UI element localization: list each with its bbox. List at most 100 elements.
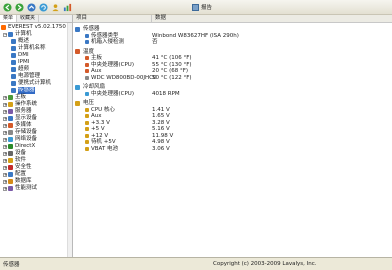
tree-item[interactable]: 电源管理	[1, 73, 72, 80]
chart-icon[interactable]	[63, 3, 72, 12]
expand-icon[interactable]: +	[3, 165, 7, 170]
tree-item[interactable]: + 配置	[1, 171, 72, 178]
tree-item[interactable]: 计算机名称	[1, 45, 72, 52]
tree-item-icon	[11, 60, 16, 65]
tree-item-icon	[8, 95, 13, 100]
tree-item-label: 多媒体	[15, 122, 32, 128]
tree-item[interactable]: + 安全性	[1, 164, 72, 171]
tree-item-icon	[8, 102, 13, 107]
back-icon[interactable]	[3, 2, 12, 12]
tree-item-icon	[11, 67, 16, 72]
row-icon	[85, 114, 89, 119]
tree-item[interactable]: DMI	[1, 52, 72, 59]
expand-icon[interactable]: +	[3, 109, 7, 114]
tree-item-label: DMI	[18, 52, 29, 58]
tree-item[interactable]: + DirectX	[1, 143, 72, 150]
tree-item-label: 设备	[15, 150, 27, 156]
tree-item-label: 传感器	[18, 87, 35, 94]
tree-item[interactable]: + 主板	[1, 94, 72, 101]
tree-item[interactable]: IPMI	[1, 59, 72, 66]
tree-item[interactable]: 传感器	[1, 87, 72, 94]
forward-icon[interactable]	[15, 2, 24, 12]
expand-icon[interactable]: +	[3, 151, 7, 156]
pane-tabs: 菜单 收藏夹	[0, 15, 72, 23]
column-value-header[interactable]: 数据	[152, 15, 166, 22]
row-icon	[85, 40, 89, 45]
tree-item-icon	[8, 172, 13, 177]
report-rows: 传感器 传感器类型 Winbond W83627HF (ISA 290h) 机箱入侵检…	[73, 26, 392, 152]
tree-item-icon	[8, 186, 13, 191]
expand-icon[interactable]: +	[3, 137, 7, 142]
tree-item-label: 性能测试	[15, 185, 38, 191]
status-bar: 传感器 Copyright (c) 2003-2009 Lavalys, Inc…	[0, 257, 392, 270]
report-label: 报告	[201, 5, 213, 11]
expand-icon[interactable]: +	[3, 116, 7, 121]
row-icon	[85, 56, 89, 61]
toolbar: 报告	[0, 0, 392, 15]
tree-item-icon	[8, 151, 13, 156]
tree-item-label: IPMI	[18, 59, 30, 65]
field-value: 3.06 V	[152, 145, 170, 152]
tree-item[interactable]: + 显示设备	[1, 115, 72, 122]
tree-item-label: 主板	[15, 94, 27, 100]
collapse-icon[interactable]: −	[3, 32, 7, 37]
section-icon	[75, 84, 80, 90]
expand-icon[interactable]: +	[3, 158, 7, 163]
expand-icon[interactable]: +	[3, 95, 7, 100]
tree-item-icon	[8, 32, 13, 37]
tree-item[interactable]: + 网络设备	[1, 136, 72, 143]
tree-item[interactable]: + 软件	[1, 157, 72, 164]
column-field-header[interactable]: 项目	[73, 15, 152, 22]
tree-item[interactable]: + 性能测试	[1, 185, 72, 192]
report-button[interactable]: 报告	[192, 3, 212, 11]
tree-item[interactable]: + 操作系统	[1, 101, 72, 108]
expand-icon[interactable]: +	[3, 130, 7, 135]
user-icon[interactable]	[51, 3, 60, 12]
tree-item-icon	[11, 46, 16, 51]
field-label: 中央处理器(CPU)	[91, 90, 134, 97]
section-icon	[75, 100, 80, 106]
tree-scrollbar[interactable]	[67, 23, 72, 257]
tree-item[interactable]: EVEREST v5.02.1750	[1, 24, 72, 31]
navigation-tree: EVEREST v5.02.1750− 计算机 概述 计算机名称 DMI IPMI 超频 电源…	[0, 23, 72, 192]
up-icon[interactable]	[27, 2, 36, 12]
expand-icon[interactable]: +	[3, 102, 7, 107]
tree-item[interactable]: + 设备	[1, 150, 72, 157]
tree-item[interactable]: + 多媒体	[1, 122, 72, 129]
tree-item[interactable]: + 存储设备	[1, 129, 72, 136]
tree-item[interactable]: + 数据库	[1, 178, 72, 185]
tree-item[interactable]: 超频	[1, 66, 72, 73]
tree-item-icon	[8, 123, 13, 128]
tree-item[interactable]: 概述	[1, 38, 72, 45]
table-row[interactable]: WDC WD800BD-00JHC0 50 °C (122 °F)	[73, 75, 392, 82]
tree-item[interactable]: + 服务器	[1, 108, 72, 115]
tree-item-label: 网络设备	[15, 136, 38, 142]
table-row[interactable]: 中央处理器(CPU) 4018 RPM	[73, 91, 392, 98]
tree-item-label: 数据库	[15, 178, 32, 184]
field-label: WDC WD800BD-00JHC0	[91, 74, 157, 81]
expand-icon[interactable]: +	[3, 186, 7, 191]
row-icon	[85, 120, 89, 125]
row-icon	[85, 91, 89, 96]
tree-item-icon	[8, 144, 13, 149]
tree-item-icon	[11, 53, 16, 58]
tree-item-icon	[11, 81, 16, 86]
tree-item-label: 配置	[15, 171, 27, 177]
tree-item-label: 概述	[18, 38, 30, 44]
expand-icon[interactable]: +	[3, 172, 7, 177]
tree-item[interactable]: 便携式计算机	[1, 80, 72, 87]
tab-favorites[interactable]: 收藏夹	[17, 15, 40, 22]
table-row[interactable]: VBAT 电池 3.06 V	[73, 146, 392, 153]
expand-icon[interactable]: +	[3, 123, 7, 128]
tree-item-label: 便携式计算机	[18, 80, 52, 86]
tree-item-icon	[8, 130, 13, 135]
expand-icon[interactable]: +	[3, 144, 7, 149]
expand-icon[interactable]: +	[3, 179, 7, 184]
refresh-icon[interactable]	[39, 2, 48, 12]
tree-item-icon	[8, 116, 13, 121]
tab-menu[interactable]: 菜单	[0, 15, 18, 22]
tree-item[interactable]: − 计算机	[1, 31, 72, 38]
table-row[interactable]: 机箱入侵检测 否	[73, 39, 392, 46]
field-value: Winbond W83627HF (ISA 290h)	[152, 32, 239, 39]
tree-item-icon	[8, 158, 13, 163]
